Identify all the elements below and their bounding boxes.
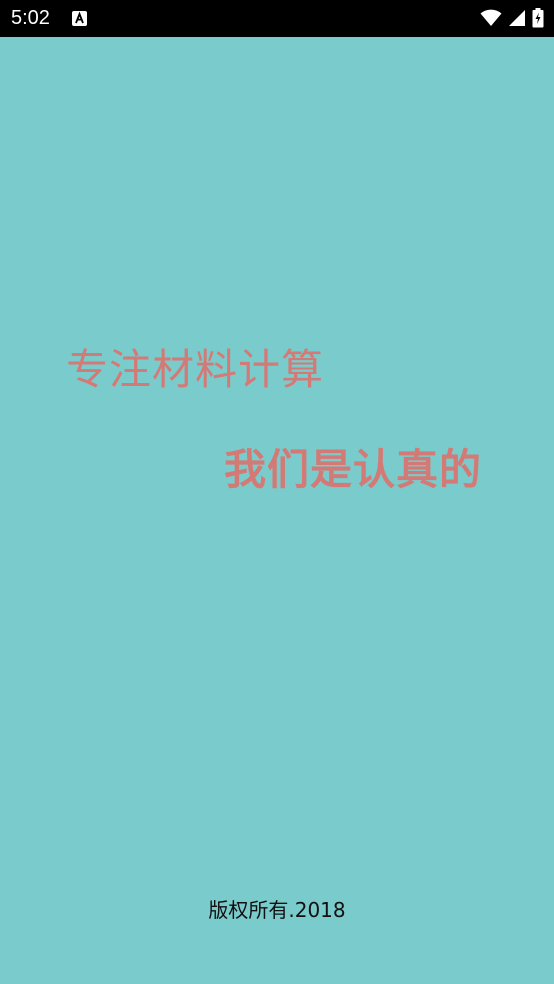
status-bar: 5:02 xyxy=(0,0,554,37)
slogan-line-2: 我们是认真的 xyxy=(224,445,483,494)
slogan-line-1: 专注材料计算 xyxy=(66,345,325,394)
cellular-signal-icon xyxy=(508,9,526,27)
splash-screen: 专注材料计算 我们是认真的 版权所有.2018 xyxy=(0,37,554,984)
status-icons xyxy=(480,8,544,28)
font-app-notification-icon xyxy=(72,11,87,26)
copyright-notice: 版权所有.2018 xyxy=(208,898,346,922)
status-time: 5:02 xyxy=(11,7,50,29)
battery-charging-icon xyxy=(532,8,544,28)
wifi-icon xyxy=(480,9,502,27)
